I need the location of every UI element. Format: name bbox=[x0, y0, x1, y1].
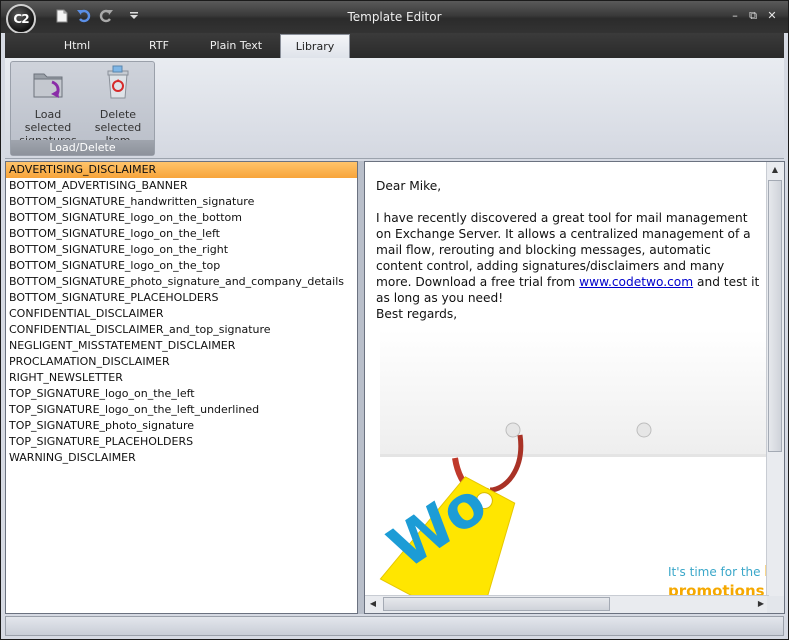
vertical-scrollbar[interactable]: ▲ bbox=[766, 162, 784, 597]
list-item[interactable]: BOTTOM_SIGNATURE_PLACEHOLDERS bbox=[6, 290, 357, 306]
scroll-up-icon[interactable]: ▲ bbox=[767, 162, 783, 178]
tab-rtf[interactable]: RTF bbox=[119, 34, 199, 57]
load-selected-signatures-button[interactable]: Load selected signatures bbox=[13, 64, 83, 147]
new-document-icon[interactable] bbox=[53, 7, 71, 25]
greeting-text: Dear Mike, bbox=[376, 179, 442, 193]
recycle-bin-icon bbox=[107, 65, 129, 99]
redo-icon[interactable] bbox=[97, 7, 115, 25]
list-item[interactable]: TOP_SIGNATURE_logo_on_the_left bbox=[6, 386, 357, 402]
title-bar: Template Editor C2 – ⧉ ✕ bbox=[1, 1, 788, 34]
closing-text: Best regards, bbox=[376, 307, 458, 321]
template-editor-window: Template Editor C2 – ⧉ ✕ Html RTF Plain … bbox=[0, 0, 789, 640]
tab-plain-text[interactable]: Plain Text bbox=[197, 34, 275, 57]
list-item[interactable]: RIGHT_NEWSLETTER bbox=[6, 370, 357, 386]
tab-library[interactable]: Library bbox=[280, 34, 350, 58]
list-item[interactable]: TOP_SIGNATURE_PLACEHOLDERS bbox=[6, 434, 357, 450]
vertical-scroll-thumb[interactable] bbox=[768, 180, 782, 452]
list-item[interactable]: WARNING_DISCLAIMER bbox=[6, 450, 357, 466]
promo-line-1: It's time for the b bbox=[668, 564, 774, 580]
list-item[interactable]: BOTTOM_ADVERTISING_BANNER bbox=[6, 178, 357, 194]
close-button[interactable]: ✕ bbox=[765, 9, 779, 23]
list-item[interactable]: BOTTOM_SIGNATURE_logo_on_the_left bbox=[6, 226, 357, 242]
horizontal-scrollbar[interactable]: ◀ ▶ bbox=[365, 595, 769, 613]
list-item[interactable]: TOP_SIGNATURE_photo_signature bbox=[6, 418, 357, 434]
body-paragraph: I have recently discovered a great tool … bbox=[376, 211, 760, 305]
window-title: Template Editor bbox=[347, 10, 442, 24]
load-folder-icon bbox=[33, 73, 63, 98]
app-logo[interactable]: C2 bbox=[6, 4, 36, 34]
list-item[interactable]: BOTTOM_SIGNATURE_handwritten_signature bbox=[6, 194, 357, 210]
list-item[interactable]: TOP_SIGNATURE_logo_on_the_left_underline… bbox=[6, 402, 357, 418]
horizontal-scroll-thumb[interactable] bbox=[383, 597, 610, 611]
tab-html[interactable]: Html bbox=[37, 34, 117, 57]
list-item[interactable]: ADVERTISING_DISCLAIMER bbox=[6, 162, 357, 178]
list-item[interactable]: BOTTOM_SIGNATURE_logo_on_the_top bbox=[6, 258, 357, 274]
list-item[interactable]: BOTTOM_SIGNATURE_logo_on_the_bottom bbox=[6, 210, 357, 226]
ribbon: Load selected signatures Delete selected… bbox=[5, 58, 784, 159]
codetwo-link[interactable]: www.codetwo.com bbox=[579, 275, 693, 289]
scroll-corner bbox=[767, 596, 784, 613]
list-item[interactable]: CONFIDENTIAL_DISCLAIMER bbox=[6, 306, 357, 322]
minimize-button[interactable]: – bbox=[728, 9, 742, 23]
list-item[interactable]: PROCLAMATION_DISCLAIMER bbox=[6, 354, 357, 370]
library-list[interactable]: ADVERTISING_DISCLAIMER BOTTOM_ADVERTISIN… bbox=[5, 161, 358, 614]
delete-selected-item-button[interactable]: Delete selected Item bbox=[83, 64, 153, 147]
load-delete-group: Load selected signatures Delete selected… bbox=[10, 61, 155, 156]
list-item[interactable]: BOTTOM_SIGNATURE_photo_signature_and_com… bbox=[6, 274, 357, 290]
preview-text: Dear Mike, I have recently discovered a … bbox=[376, 178, 761, 322]
list-item[interactable]: CONFIDENTIAL_DISCLAIMER_and_top_signatur… bbox=[6, 322, 357, 338]
scroll-left-icon[interactable]: ◀ bbox=[365, 596, 381, 612]
restore-button[interactable]: ⧉ bbox=[746, 9, 760, 23]
customize-toolbar-icon[interactable] bbox=[125, 7, 143, 25]
tab-strip: Html RTF Plain Text Library bbox=[5, 33, 784, 58]
template-preview[interactable]: Dear Mike, I have recently discovered a … bbox=[364, 161, 785, 614]
advertising-banner-image: Wo bbox=[376, 330, 769, 598]
undo-icon[interactable] bbox=[75, 7, 93, 25]
list-item[interactable]: NEGLIGENT_MISSTATEMENT_DISCLAIMER bbox=[6, 338, 357, 354]
list-item[interactable]: BOTTOM_SIGNATURE_logo_on_the_right bbox=[6, 242, 357, 258]
status-bar bbox=[5, 616, 784, 636]
group-label: Load/Delete bbox=[11, 140, 154, 155]
